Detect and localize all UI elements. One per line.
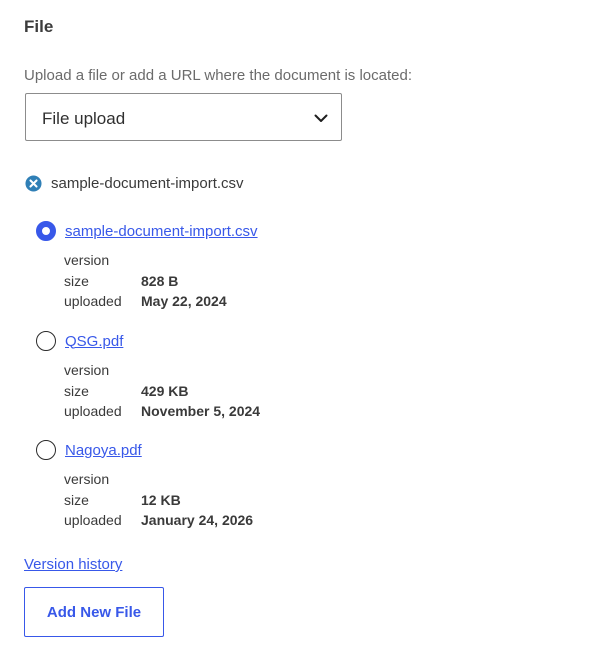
version-radio[interactable] [36, 440, 56, 460]
version-label: version [64, 362, 110, 378]
remove-circle-icon[interactable] [25, 174, 42, 192]
uploaded-label: uploaded [64, 293, 122, 309]
version-radio[interactable] [36, 221, 56, 241]
upload-prompt: Upload a file or add a URL where the doc… [24, 67, 413, 84]
add-new-file-button[interactable]: Add New File [24, 587, 164, 637]
size-label: size [64, 382, 89, 399]
version-row: version [64, 250, 258, 271]
version-row: version [64, 360, 260, 381]
current-file-name: sample-document-import.csv [51, 174, 244, 192]
uploaded-value: January 24, 2026 [141, 512, 254, 528]
file-version-meta: version size 828 B uploaded May 22, 2024 [64, 250, 258, 312]
version-label: version [64, 471, 110, 487]
source-type-select-value: File upload [42, 109, 126, 128]
version-label: version [64, 252, 110, 268]
file-version-meta: version size 429 KB uploaded November 5,… [64, 360, 260, 422]
size-value: 429 KB [141, 382, 189, 399]
uploaded-value: November 5, 2024 [141, 403, 261, 419]
chevron-down-icon [314, 114, 328, 122]
file-version-item: QSG.pdf version size 429 KB uploaded Nov… [36, 330, 260, 422]
size-label: size [64, 491, 89, 508]
uploaded-row: uploaded May 22, 2024 [64, 291, 258, 312]
uploaded-value: May 22, 2024 [141, 293, 227, 309]
file-version-header: QSG.pdf [36, 330, 260, 352]
size-row: size 429 KB [64, 381, 260, 402]
version-history-link[interactable]: Version history [24, 556, 122, 573]
file-version-item: sample-document-import.csv version size … [36, 220, 258, 312]
file-section-title: File [24, 17, 54, 36]
file-version-header: sample-document-import.csv [36, 220, 258, 242]
uploaded-row: uploaded November 5, 2024 [64, 401, 260, 422]
size-label: size [64, 272, 89, 289]
current-file: sample-document-import.csv [25, 173, 244, 193]
file-version-header: Nagoya.pdf [36, 439, 253, 461]
size-value: 12 KB [141, 491, 181, 508]
version-row: version [64, 469, 253, 490]
size-row: size 828 B [64, 271, 258, 292]
file-version-link[interactable]: QSG.pdf [65, 333, 123, 350]
size-row: size 12 KB [64, 490, 253, 511]
file-version-meta: version size 12 KB uploaded January 24, … [64, 469, 253, 531]
size-value: 828 B [141, 272, 179, 289]
uploaded-label: uploaded [64, 512, 122, 528]
uploaded-label: uploaded [64, 403, 122, 419]
version-radio[interactable] [36, 331, 56, 351]
uploaded-row: uploaded January 24, 2026 [64, 510, 253, 531]
file-version-link[interactable]: Nagoya.pdf [65, 442, 142, 459]
source-type-select[interactable]: File upload [25, 93, 342, 141]
file-version-item: Nagoya.pdf version size 12 KB uploaded J… [36, 439, 253, 531]
file-version-link[interactable]: sample-document-import.csv [65, 223, 258, 240]
